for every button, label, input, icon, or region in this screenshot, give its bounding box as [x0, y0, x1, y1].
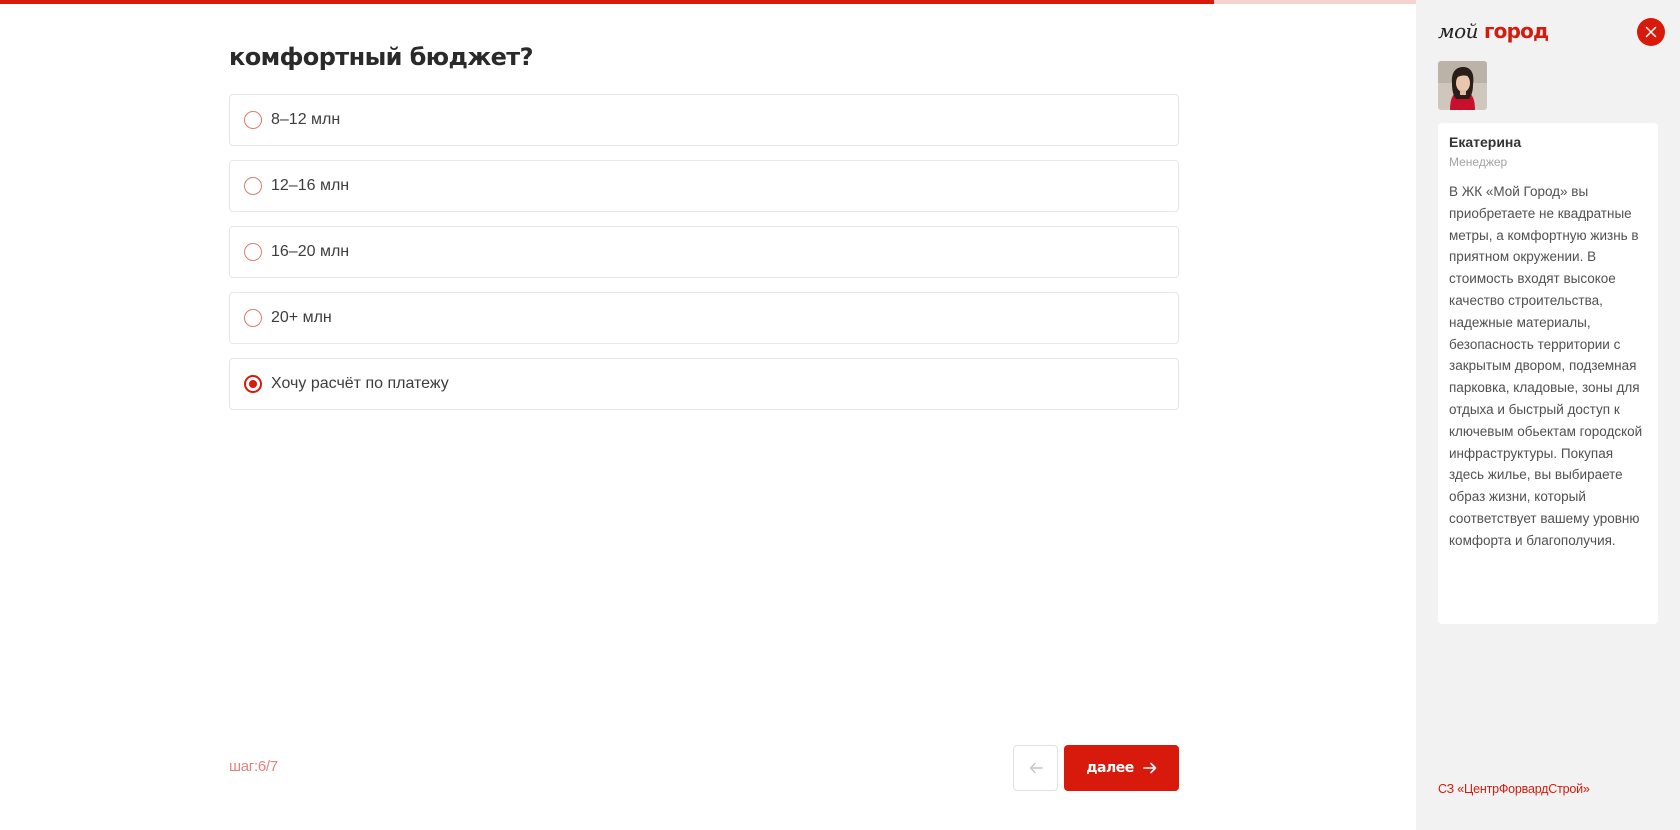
manager-message: В ЖК «Мой Город» вы приобретаете не квад…: [1449, 184, 1643, 548]
brand-logo-part1: мой: [1438, 19, 1479, 43]
radio-button[interactable]: [244, 309, 262, 327]
next-button-label: далее: [1086, 760, 1134, 776]
manager-role: Менеджер: [1449, 155, 1508, 169]
option-8-12[interactable]: 8–12 млн: [229, 94, 1179, 146]
back-button[interactable]: [1013, 745, 1058, 791]
next-button[interactable]: далее: [1064, 745, 1179, 791]
step-counter: шаг:6/7: [229, 758, 278, 775]
radio-button[interactable]: [244, 243, 262, 261]
avatar-photo-icon: [1438, 61, 1487, 110]
option-label: 12–16 млн: [271, 177, 350, 194]
progress-bar: [0, 0, 1416, 4]
option-label: 8–12 млн: [271, 111, 341, 128]
manager-name: Екатерина: [1449, 134, 1522, 150]
arrow-left-icon: [1029, 762, 1043, 774]
brand-logo-part2: город: [1484, 19, 1549, 43]
quiz-step: комфортный бюджет? 8–12 млн 12–16 млн 16…: [229, 40, 1179, 424]
option-label: Хочу расчёт по платежу: [271, 375, 449, 392]
option-label: 16–20 млн: [271, 243, 350, 260]
radio-button[interactable]: [244, 111, 262, 129]
option-payment-calc[interactable]: Хочу расчёт по платежу: [229, 358, 1179, 410]
radio-button[interactable]: [244, 177, 262, 195]
brand-logo: мой город: [1438, 18, 1549, 45]
manager-avatar: [1438, 61, 1487, 110]
arrow-right-icon: [1142, 762, 1157, 774]
manager-card: Екатерина Менеджер В ЖК «Мой Город» вы п…: [1438, 123, 1658, 624]
close-icon: [1645, 26, 1657, 38]
progress-bar-fill: [0, 0, 1214, 4]
option-12-16[interactable]: 12–16 млн: [229, 160, 1179, 212]
option-20-plus[interactable]: 20+ млн: [229, 292, 1179, 344]
answer-options: 8–12 млн 12–16 млн 16–20 млн 20+ млн Хоч…: [229, 94, 1179, 410]
option-16-20[interactable]: 16–20 млн: [229, 226, 1179, 278]
question-title: комфортный бюджет?: [229, 43, 534, 71]
option-label: 20+ млн: [271, 309, 332, 326]
radio-button[interactable]: [244, 375, 262, 393]
manager-panel: мой город Екатерина Менеджер В ЖК «Мой Го…: [1416, 0, 1680, 830]
close-button[interactable]: [1637, 18, 1665, 46]
company-link[interactable]: СЗ «ЦентрФорвардСтрой»: [1438, 782, 1590, 796]
